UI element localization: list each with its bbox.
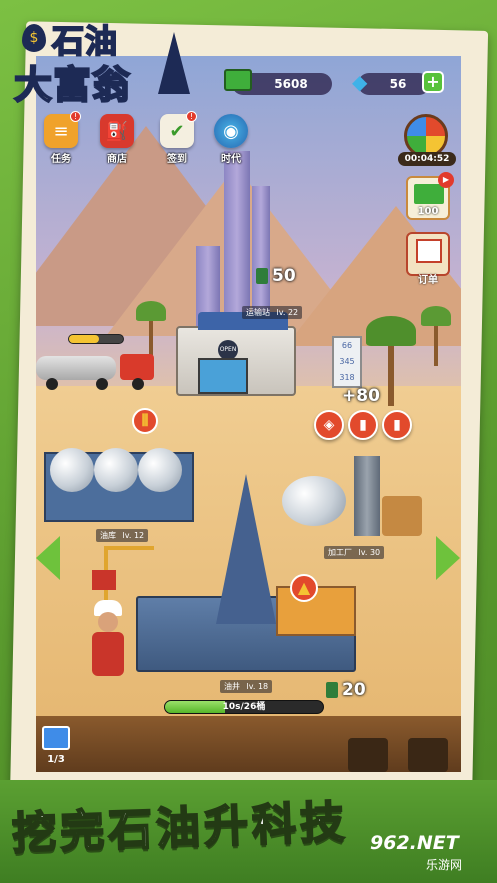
storage-level: lv. 12 <box>122 531 145 540</box>
task-button[interactable]: ≡! 任务 <box>44 111 81 165</box>
shop-button[interactable]: ⛽ 商店 <box>100 114 134 165</box>
well-progress-text: 10s/26桶 <box>222 702 266 712</box>
transport-station-level: lv. 22 <box>276 308 299 317</box>
storage-tag: 油库 lv. 12 <box>96 529 149 542</box>
refinery-level: lv. 30 <box>358 548 381 557</box>
oil-barrel-icon <box>326 682 338 698</box>
gem-display: ◆ 56 <box>352 70 430 95</box>
oil-tanker-truck[interactable] <box>36 350 156 390</box>
cash-bundle-icon <box>414 184 444 204</box>
timer-pill: 00:04:52 <box>398 152 456 166</box>
logo-line2: 大富翁 <box>13 62 132 108</box>
slogan-text: 挖完石油升科技 <box>10 796 350 861</box>
notebook-icon <box>416 239 442 263</box>
cash-reward-amount: 100 <box>417 206 439 217</box>
gift-count: 1/3 <box>47 754 65 765</box>
signin-label: 签到 <box>167 154 187 165</box>
orders-button[interactable]: 订单 <box>406 232 450 286</box>
gem-icon: ◆ <box>352 70 368 94</box>
oil-barrel-icon <box>256 268 268 284</box>
gems-icon: ◈ <box>323 417 335 433</box>
scroll-left-button[interactable] <box>36 536 60 580</box>
refinery-tank <box>382 496 422 536</box>
game-screen: 5608 ◆ 56 + ≡! 任务 ⛽ 商店 ✔! 签到 ◉ 时代 00:04:… <box>36 56 461 772</box>
storage-tank <box>50 448 94 492</box>
price-2: 345 <box>339 357 355 366</box>
truck-wheel <box>46 378 58 390</box>
refinery-fuel-button[interactable]: ▮ <box>382 410 412 440</box>
tool-slot[interactable] <box>348 738 388 772</box>
fuel-pump-icon: ⛽ <box>100 114 134 148</box>
cash-amount: 5608 <box>274 77 308 91</box>
crane-cargo <box>92 570 116 590</box>
sheikh-character <box>88 600 128 686</box>
gift-icon <box>42 726 70 750</box>
notification-badge: ! <box>186 111 197 122</box>
truck-cab <box>120 354 154 380</box>
storage-label: 油库 <box>100 531 116 540</box>
game-stage: 5608 ◆ 56 + ≡! 任务 ⛽ 商店 ✔! 签到 ◉ 时代 00:04:… <box>0 0 497 883</box>
era-label: 时代 <box>221 154 241 165</box>
truck-load-bar <box>68 334 124 344</box>
add-gems-button[interactable]: + <box>422 71 444 93</box>
video-ad-icon: ▶ <box>438 172 454 188</box>
watermark-sub: 乐游网 <box>426 858 463 872</box>
well-progress-bar: 10s/26桶 <box>164 700 324 714</box>
price-1: 66 <box>341 341 353 350</box>
truck-wheel <box>132 378 144 390</box>
transport-station-value: 50 <box>272 266 296 286</box>
signin-button[interactable]: ✔! 签到 <box>160 111 197 165</box>
refinery-tag: 加工厂 lv. 30 <box>324 546 385 559</box>
fuel-can-icon: ▮ <box>393 417 401 433</box>
gem-amount: 56 <box>389 77 407 91</box>
watermark-logo: 962.NET <box>370 832 459 854</box>
price-3: 318 <box>339 373 355 382</box>
calendar-check-icon: ✔! <box>160 111 197 148</box>
underground-layer <box>36 716 461 772</box>
refinery-value: +80 <box>342 386 380 406</box>
fuel-can-icon: ▮ <box>359 417 367 433</box>
truck-tank <box>36 356 116 380</box>
palm-tree <box>421 306 451 366</box>
refinery-building[interactable] <box>282 456 426 544</box>
transport-station-label: 运输站 <box>246 308 270 317</box>
shop-label: 商店 <box>107 154 127 165</box>
era-button[interactable]: ◉ 时代 <box>214 114 248 165</box>
gift-button[interactable]: 1/3 <box>40 726 72 770</box>
refinery-dome <box>282 476 346 526</box>
open-sign: OPEN <box>218 340 238 360</box>
clipboard-icon: ≡! <box>44 111 81 148</box>
tool-slot[interactable] <box>408 738 448 772</box>
refinery-tower <box>354 456 380 536</box>
oil-well-level: lv. 18 <box>246 682 269 691</box>
notification-badge: ! <box>70 111 81 122</box>
transport-station-tag: 运输站 lv. 22 <box>242 306 303 319</box>
oil-derrick <box>216 474 276 624</box>
storage-tank <box>94 448 138 492</box>
game-logo: $ 石油 大富翁 <box>8 10 198 108</box>
storage-upgrade-button[interactable]: ⦀ <box>132 408 158 434</box>
station-door <box>198 358 248 394</box>
refinery-boost-button[interactable]: ◈ <box>314 410 344 440</box>
globe-icon: ◉ <box>214 114 248 148</box>
dollar-drop-icon: $ <box>22 24 46 52</box>
derrick-logo-icon <box>158 32 190 94</box>
price-sign: 66 345 318 <box>332 336 362 388</box>
cash-reward-button[interactable]: ▶ 100 <box>406 172 454 220</box>
truck-wheel <box>96 378 108 390</box>
refinery-fuel-button[interactable]: ▮ <box>348 410 378 440</box>
cash-display: 5608 <box>224 69 332 95</box>
storage-tank <box>138 448 182 492</box>
well-upgrade-button[interactable]: ▲ <box>290 574 318 602</box>
watermark: 962.NET 乐游网 <box>370 832 492 878</box>
oil-well-label: 油井 <box>224 682 240 691</box>
refinery-label: 加工厂 <box>328 548 352 557</box>
transport-station-building[interactable]: OPEN <box>176 312 296 396</box>
oil-well-value: 20 <box>342 680 366 700</box>
cash-icon <box>224 69 252 91</box>
task-label: 任务 <box>51 154 71 165</box>
oil-well-tag: 油井 lv. 18 <box>220 680 273 693</box>
scroll-right-button[interactable] <box>436 536 460 580</box>
orders-label: 订单 <box>418 275 438 286</box>
